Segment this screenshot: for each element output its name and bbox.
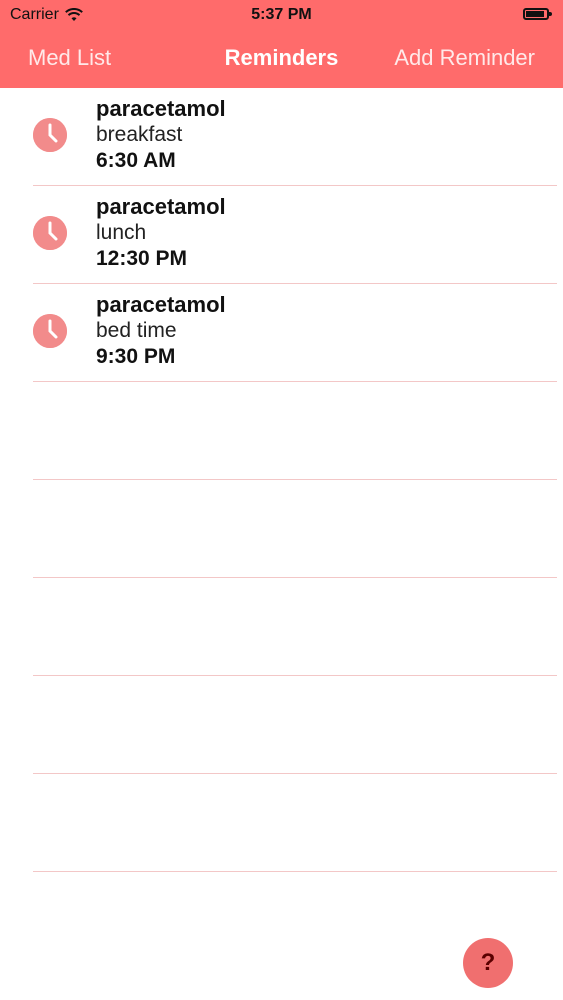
empty-row — [33, 578, 557, 676]
medication-name: paracetamol — [96, 96, 226, 121]
clock-icon — [33, 216, 67, 250]
reminder-time: 9:30 PM — [96, 345, 176, 368]
empty-row — [33, 480, 557, 578]
reminder-row[interactable]: paracetamol lunch 12:30 PM — [33, 186, 557, 284]
reminder-time: 6:30 AM — [96, 149, 176, 172]
nav-bar: Med List Reminders Add Reminder — [0, 30, 563, 88]
reminder-details: paracetamol bed time 9:30 PM — [96, 292, 226, 370]
reminder-row[interactable]: paracetamol bed time 9:30 PM — [33, 284, 557, 382]
empty-row — [33, 382, 557, 480]
meal-label: lunch — [96, 221, 147, 244]
meal-label: breakfast — [96, 123, 183, 146]
battery-icon — [523, 8, 552, 20]
reminder-details: paracetamol lunch 12:30 PM — [96, 194, 226, 272]
status-time: 5:37 PM — [251, 6, 312, 23]
help-button[interactable]: ? — [463, 938, 513, 988]
status-bar: Carrier 5:37 PM — [0, 0, 563, 30]
clock-icon — [33, 118, 67, 152]
empty-row — [33, 774, 557, 872]
empty-row — [33, 676, 557, 774]
reminder-details: paracetamol breakfast 6:30 AM — [96, 96, 226, 174]
clock-icon — [33, 314, 67, 348]
app-header: Carrier 5:37 PM Med List Reminders Add R… — [0, 0, 563, 88]
reminder-list: paracetamol breakfast 6:30 AM paracetamol lu… — [0, 88, 563, 872]
medication-name: paracetamol — [96, 292, 226, 317]
meal-label: bed time — [96, 319, 177, 342]
add-reminder-button[interactable]: Add Reminder — [394, 45, 535, 71]
medication-name: paracetamol — [96, 194, 226, 219]
reminder-time: 12:30 PM — [96, 247, 188, 270]
reminder-row[interactable]: paracetamol breakfast 6:30 AM — [33, 88, 557, 186]
